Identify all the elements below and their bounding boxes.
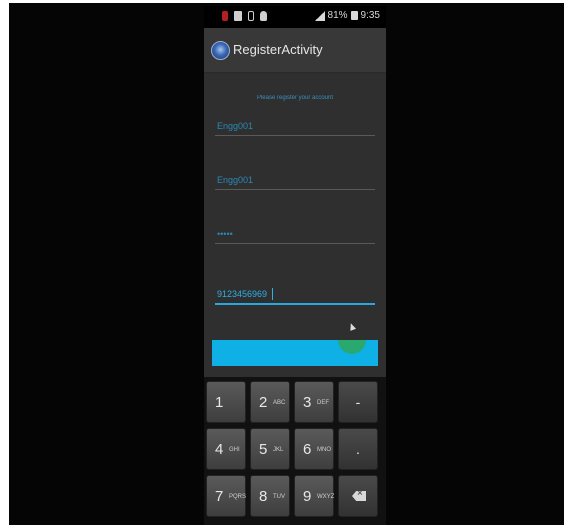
last-name-field[interactable]: Engg001 [215,167,375,190]
key-period[interactable]: . [338,428,378,470]
last-name-value: Engg001 [217,175,254,185]
clock: 9:35 [360,10,380,21]
key-1[interactable]: 1 [206,381,246,423]
key-dash[interactable]: - [338,381,378,423]
phone-field[interactable]: 9123456969 [215,281,375,305]
key-6[interactable]: 6 MNO [294,428,334,470]
key-5[interactable]: 5 JKL [250,428,290,470]
backspace-key[interactable] [338,475,378,517]
form-hint: Please register your account [256,95,334,101]
notification-icon [222,11,228,21]
text-cursor [272,288,273,300]
usb-icon [248,11,254,21]
register-form: Please register your account Engg001 Eng… [204,73,386,377]
first-name-field[interactable]: Engg001 [215,113,375,136]
password-field[interactable]: ••••• [215,221,375,244]
numeric-keyboard: 1 2 ABC 3 DEF - 4 GHI 5 JKL 6 MNO . 7 PQ… [204,377,386,525]
status-bar: 81% 9:35 [204,6,386,28]
message-icon [234,11,242,21]
signal-icon [314,10,325,21]
password-value: ••••• [217,229,233,239]
battery-icon [350,11,358,20]
app-icon[interactable] [211,41,230,60]
battery-percent: 81% [327,10,348,21]
key-4[interactable]: 4 GHI [206,428,246,470]
key-3[interactable]: 3 DEF [294,381,334,423]
key-9[interactable]: 9 WXYZ [294,475,334,517]
key-2[interactable]: 2 ABC [250,381,290,423]
phone-screen: 81% 9:35 RegisterActivity Please registe… [204,6,386,525]
touch-indicator [338,340,366,354]
register-button[interactable] [212,340,378,366]
action-bar: RegisterActivity [204,28,386,73]
pointer-icon [347,322,357,331]
key-7[interactable]: 7 PQRS [206,475,246,517]
phone-value: 9123456969 [217,289,268,299]
backspace-icon [352,491,366,501]
first-name-value: Engg001 [217,121,254,131]
app-title: RegisterActivity [233,42,323,57]
android-debug-icon [260,11,267,21]
key-8[interactable]: 8 TUV [250,475,290,517]
